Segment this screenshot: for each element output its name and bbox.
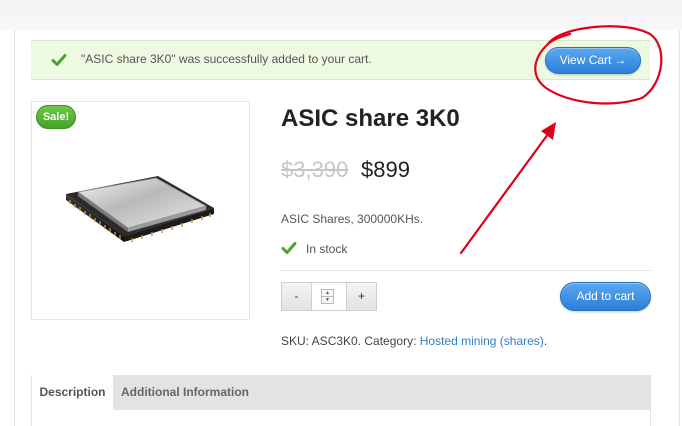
meta-suffix: . (543, 334, 548, 348)
product-title: ASIC share 3K0 (281, 105, 460, 132)
view-cart-label: View Cart (559, 53, 612, 67)
sale-badge: Sale! (36, 105, 76, 129)
short-description: ASIC Shares, 300000KHs. (281, 212, 424, 226)
summary-divider (281, 270, 651, 271)
page-border-left (14, 30, 15, 426)
spinner-down-icon[interactable]: ▼ (325, 298, 330, 303)
category-link[interactable]: Hosted mining (shares) (420, 334, 544, 348)
checkmark-icon (51, 54, 67, 66)
add-to-cart-button[interactable]: Add to cart (560, 282, 651, 311)
tab-panel (31, 410, 651, 426)
top-header-band (0, 0, 682, 30)
quantity-input[interactable]: ▲ ▼ (312, 282, 346, 311)
asic-chip-image (66, 176, 214, 242)
quantity-plus-button[interactable]: + (346, 282, 377, 311)
quantity-minus-button[interactable]: - (281, 282, 312, 311)
sale-price: $899 (361, 157, 410, 182)
view-cart-button[interactable]: View Cart → (545, 47, 641, 74)
notice-message: "ASIC share 3K0" was successfully added … (81, 52, 372, 66)
stock-status: In stock (306, 242, 348, 256)
tab-description[interactable]: Description (31, 375, 113, 410)
quantity-spinner[interactable]: ▲ ▼ (321, 289, 334, 304)
old-price: $3,390 (281, 157, 349, 182)
arrow-right-icon: → (614, 53, 627, 67)
product-meta: SKU: ASC3K0. Category: Hosted mining (sh… (281, 334, 547, 348)
page-border-right (679, 30, 680, 426)
tab-additional-information[interactable]: Additional Information (121, 375, 249, 410)
annotation-arrow-shaft (459, 128, 553, 255)
in-stock-check-icon (281, 242, 297, 254)
annotation-arrow-head (541, 122, 556, 140)
sku-text: SKU: ASC3K0. Category: (281, 334, 417, 348)
